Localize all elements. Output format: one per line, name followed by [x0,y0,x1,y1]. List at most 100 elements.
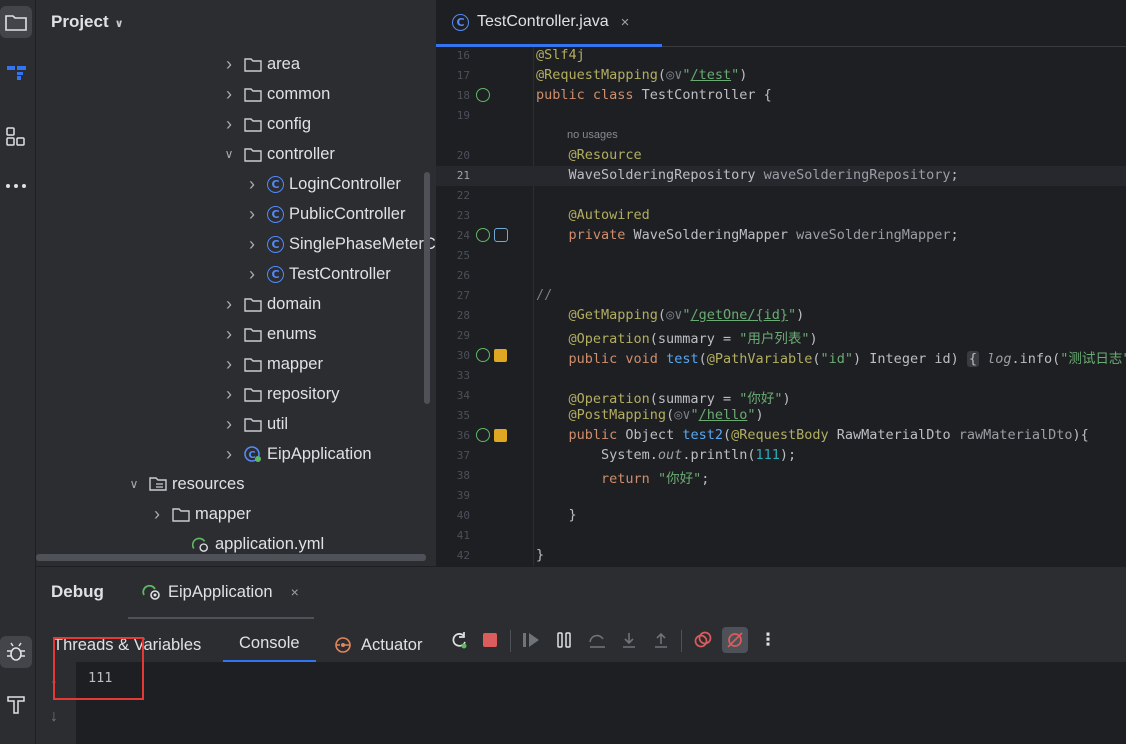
chevron-right-icon[interactable]: › [222,294,236,315]
tree-item-mapper[interactable]: › mapper [222,349,323,379]
resume-icon[interactable] [519,628,543,652]
close-icon[interactable]: × [291,584,299,600]
tree-item-resources[interactable]: ∨ resources [127,469,245,499]
tree-item-area[interactable]: › area [222,49,300,79]
chevron-right-icon[interactable]: › [222,384,236,405]
line-number[interactable]: 24 [436,229,470,242]
code-line[interactable]: 27 // [436,286,1126,306]
gutter-icons[interactable] [476,428,516,444]
rerun-icon[interactable] [447,628,471,652]
stop-icon[interactable] [478,628,502,652]
chevron-right-icon[interactable]: › [222,114,236,135]
project-horizontal-scrollbar[interactable] [36,554,426,561]
chevron-right-icon[interactable]: › [222,354,236,375]
gutter-icons[interactable] [476,228,516,244]
spring-bean-gutter-icon[interactable] [476,228,490,242]
code-line[interactable]: 39 [436,486,1126,506]
gutter-icons[interactable] [476,348,516,364]
structure-tool-icon[interactable] [0,120,32,152]
line-number[interactable]: 27 [436,289,470,302]
code-line[interactable]: 41 [436,526,1126,546]
spring-bean-gutter-icon[interactable] [476,428,490,442]
no-usages-hint[interactable]: no usages [567,129,618,141]
chevron-right-icon[interactable]: › [245,264,259,285]
chevron-right-icon[interactable]: › [222,444,236,465]
chevron-right-icon[interactable]: › [222,414,236,435]
chevron-down-icon[interactable]: ∨ [127,477,141,491]
project-panel-title[interactable]: Project ∨ [51,12,124,32]
code-line[interactable]: 38 return "你好"; [436,466,1126,487]
code-line[interactable]: 25 [436,246,1126,266]
code-line[interactable]: 24 private WaveSolderingMapper waveSolde… [436,226,1126,246]
line-number[interactable]: 21 [436,169,470,182]
chevron-right-icon[interactable]: › [245,174,259,195]
line-number[interactable]: 26 [436,269,470,282]
line-number[interactable]: 25 [436,249,470,262]
tree-item-enums[interactable]: › enums [222,319,317,349]
line-number[interactable]: 37 [436,449,470,462]
line-number[interactable]: 35 [436,409,470,422]
line-number[interactable]: 42 [436,549,470,562]
line-number[interactable]: 29 [436,329,470,342]
line-number[interactable]: 36 [436,429,470,442]
injection-gutter-icon[interactable] [494,228,508,242]
tab-test-controller[interactable]: C TestController.java × [436,0,662,47]
spring-bean-gutter-icon[interactable] [476,88,490,102]
code-editor[interactable]: C TestController.java × 16 @Slf4j 17 @Reque… [436,0,1126,566]
project-tool-icon[interactable] [0,6,32,38]
more-tools-icon[interactable] [0,170,32,202]
tree-item-util[interactable]: › util [222,409,288,439]
close-icon[interactable]: × [621,14,630,31]
line-number[interactable]: 22 [436,189,470,202]
line-number[interactable]: 41 [436,529,470,542]
code-line[interactable]: 26 [436,266,1126,286]
endpoint-gutter-icon[interactable] [494,429,507,442]
code-line[interactable]: 22 [436,186,1126,206]
step-over-icon[interactable] [585,628,609,652]
line-number[interactable]: 23 [436,209,470,222]
line-number[interactable]: 30 [436,349,470,362]
tree-item-domain[interactable]: › domain [222,289,321,319]
tree-item-testcontroller[interactable]: › C TestController [245,259,391,289]
chevron-down-icon[interactable]: ∨ [222,147,236,161]
chevron-right-icon[interactable]: › [245,204,259,225]
chevron-right-icon[interactable]: › [222,84,236,105]
debug-session-tab[interactable]: EipApplication × [128,567,314,619]
line-number[interactable]: 33 [436,369,470,382]
line-number[interactable]: 34 [436,389,470,402]
line-number[interactable]: 17 [436,69,470,82]
chevron-right-icon[interactable]: › [150,504,164,525]
view-breakpoints-icon[interactable] [691,628,715,652]
tree-item-repository[interactable]: › repository [222,379,339,409]
more-options-icon[interactable]: ⋮ [756,628,780,652]
step-into-icon[interactable] [617,628,641,652]
tree-item-config[interactable]: › config [222,109,311,139]
code-line[interactable]: 16 @Slf4j [436,46,1126,66]
debug-tool-icon[interactable] [0,636,32,668]
code-line[interactable]: 18 public class TestController { [436,86,1126,106]
line-number[interactable]: 38 [436,469,470,482]
gutter-icons[interactable] [476,88,516,104]
plugin-tool-icon[interactable] [0,56,32,88]
tree-item-common[interactable]: › common [222,79,330,109]
code-line[interactable]: 37 System.out.println(111); [436,446,1126,466]
chevron-right-icon[interactable]: › [245,234,259,255]
line-number[interactable]: 20 [436,149,470,162]
code-line[interactable]: 29 @Operation(summary = "用户列表") [436,326,1126,347]
mute-breakpoints-icon[interactable] [722,627,748,653]
tree-item-mapper[interactable]: › mapper [150,499,251,529]
console-output-area[interactable]: 111 [76,662,1126,744]
scroll-down-icon[interactable]: ↓ [50,708,58,726]
pause-icon[interactable] [552,628,576,652]
line-number[interactable]: 19 [436,109,470,122]
tab-console[interactable]: Console [223,627,316,663]
line-number[interactable]: 28 [436,309,470,322]
tree-item-publiccontroller[interactable]: › C PublicController [245,199,405,229]
build-tool-icon[interactable] [0,688,32,720]
line-number[interactable]: 18 [436,89,470,102]
chevron-right-icon[interactable]: › [222,54,236,75]
code-line[interactable]: 19 [436,106,1126,126]
step-out-icon[interactable] [649,628,673,652]
code-line[interactable]: 34 @Operation(summary = "你好") [436,386,1126,407]
code-line[interactable]: 42} [436,546,1126,566]
